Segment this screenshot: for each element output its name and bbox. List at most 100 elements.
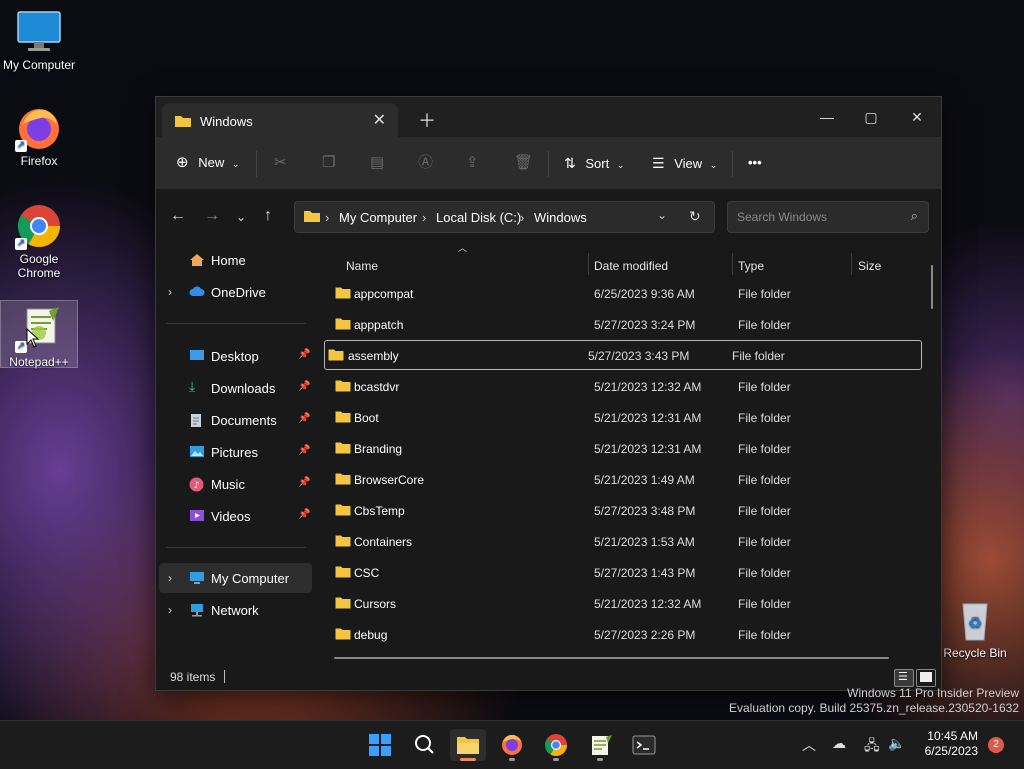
view-button[interactable]: ☰ View ⌄	[652, 151, 717, 175]
table-row[interactable]: Boot 5/21/2023 12:31 AM File folder	[330, 403, 926, 431]
column-header-date-modified[interactable]: Date modified	[594, 259, 668, 273]
breadcrumb-local-disk[interactable]: Local Disk (C:)	[436, 210, 521, 225]
notification-badge[interactable]: 2	[988, 737, 1004, 753]
table-row[interactable]: debug 5/27/2023 2:26 PM File folder	[330, 620, 926, 648]
table-row[interactable]: Containers 5/21/2023 1:53 AM File folder	[330, 527, 926, 555]
file-name: BrowserCore	[354, 473, 425, 487]
chevron-down-icon: ⌄	[709, 160, 718, 170]
nav-item-my-computer[interactable]: › My Computer	[159, 563, 312, 593]
taskbar-notepad-plus-plus[interactable]	[582, 729, 618, 761]
search-box[interactable]: Search Windows ⌕	[727, 201, 929, 233]
taskbar-chrome[interactable]	[538, 729, 574, 761]
show-hidden-icons-button[interactable]: ︿	[802, 735, 816, 755]
nav-item-onedrive[interactable]: › OneDrive	[156, 277, 314, 307]
paste-button[interactable]: ▤	[370, 151, 384, 175]
table-row[interactable]: Cursors 5/21/2023 12:32 AM File folder	[330, 589, 926, 617]
clipboard-icon: ▤	[370, 154, 385, 171]
clock[interactable]: 10:45 AM 6/25/2023	[918, 729, 978, 759]
table-row[interactable]: CbsTemp 5/27/2023 3:48 PM File folder	[330, 496, 926, 524]
nav-item-label: Downloads	[211, 381, 276, 396]
forward-button[interactable]: →	[204, 207, 220, 225]
shortcut-arrow-icon: ↗	[15, 238, 27, 250]
nav-item-desktop[interactable]: Desktop 📌	[156, 341, 314, 371]
nav-item-label: Videos	[211, 509, 251, 524]
rename-button[interactable]: Ⓐ	[418, 151, 433, 175]
chevron-right-icon[interactable]: ›	[168, 603, 172, 617]
tab-close-icon[interactable]: ✕	[373, 110, 386, 130]
nav-item-network[interactable]: › Network	[156, 595, 314, 625]
desktop-icon-google-chrome[interactable]: ↗ Google Chrome	[1, 202, 77, 280]
table-row[interactable]: BrowserCore 5/21/2023 1:49 AM File folde…	[330, 465, 926, 493]
share-icon: ⇪	[466, 154, 479, 171]
chevron-right-icon[interactable]: ›	[168, 571, 172, 585]
table-row[interactable]: appcompat 6/25/2023 9:36 AM File folder	[330, 279, 926, 307]
details-view-button[interactable]: ☰	[894, 669, 914, 687]
folder-icon	[335, 503, 351, 519]
close-window-button[interactable]: ✕	[894, 103, 940, 131]
column-header-size[interactable]: Size	[858, 259, 881, 273]
taskbar-terminal[interactable]	[626, 729, 662, 761]
folder-icon	[328, 348, 344, 364]
tiles-view-button[interactable]	[916, 669, 936, 687]
volume-icon[interactable]: 🔈	[888, 735, 905, 752]
share-button[interactable]: ⇪	[466, 151, 479, 175]
table-row[interactable]: apppatch 5/27/2023 3:24 PM File folder	[330, 310, 926, 338]
up-button[interactable]: ↑	[264, 207, 272, 225]
breadcrumb-my-computer[interactable]: My Computer	[339, 210, 417, 225]
nav-divider	[166, 547, 306, 548]
nav-item-label: Pictures	[211, 445, 258, 460]
address-bar[interactable]: › My Computer › Local Disk (C:) › Window…	[294, 201, 715, 233]
copy-button[interactable]: ❐	[322, 151, 335, 175]
file-type: File folder	[738, 442, 791, 456]
taskbar-firefox[interactable]	[494, 729, 530, 761]
folder-icon	[303, 209, 321, 226]
nav-item-videos[interactable]: Videos 📌	[156, 501, 314, 531]
desktop-icon-recycle-bin[interactable]: ♻ Recycle Bin	[937, 596, 1013, 660]
minimize-button[interactable]: —	[804, 103, 850, 131]
vertical-scrollbar[interactable]	[931, 265, 933, 309]
breadcrumb-windows[interactable]: Windows	[534, 210, 587, 225]
nav-item-label: My Computer	[211, 571, 290, 586]
table-row[interactable]: assembly 5/27/2023 3:43 PM File folder	[324, 340, 922, 370]
back-button[interactable]: ←	[170, 207, 186, 225]
taskbar-file-explorer[interactable]	[450, 729, 486, 761]
desktop-icon-my-computer[interactable]: My Computer	[1, 8, 77, 72]
more-options-button[interactable]: •••	[748, 151, 762, 175]
search-icon: ⌕	[910, 208, 918, 223]
nav-item-documents[interactable]: Documents 📌	[156, 405, 314, 435]
column-header-type[interactable]: Type	[738, 259, 764, 273]
address-dropdown-icon[interactable]: ⌄	[657, 208, 667, 222]
table-row[interactable]: bcastdvr 5/21/2023 12:32 AM File folder	[330, 372, 926, 400]
search-button[interactable]	[406, 729, 442, 761]
horizontal-scrollbar[interactable]	[334, 657, 889, 659]
table-row[interactable]: CSC 5/27/2023 1:43 PM File folder	[330, 558, 926, 586]
nav-item-music[interactable]: ♪ Music 📌	[156, 469, 314, 499]
new-button[interactable]: ⊕ New ⌄	[176, 151, 239, 175]
tab-windows[interactable]: Windows ✕	[162, 103, 398, 137]
delete-button[interactable]: 🗑	[514, 151, 533, 175]
file-name: CSC	[354, 566, 380, 580]
refresh-icon[interactable]: ↻	[689, 208, 701, 225]
nav-item-home[interactable]: Home	[156, 245, 314, 275]
column-divider	[588, 253, 589, 275]
chevron-right-icon[interactable]: ›	[168, 285, 172, 299]
recent-locations-button[interactable]: ⌄	[236, 210, 246, 224]
cut-button[interactable]: ✂	[274, 151, 287, 175]
maximize-button[interactable]: ▢	[848, 103, 894, 131]
command-bar: ⊕ New ⌄ ✂ ❐ ▤ Ⓐ ⇪ 🗑 ⇅ Sort ⌄ ☰ View ⌄ ••…	[156, 137, 941, 190]
network-status-icon[interactable]: 🖧	[864, 735, 880, 759]
nav-item-pictures[interactable]: Pictures 📌	[156, 437, 314, 467]
monitor-icon	[189, 571, 205, 585]
file-name: CbsTemp	[354, 504, 405, 518]
start-button[interactable]	[362, 729, 398, 761]
column-header-name[interactable]: Name	[346, 259, 378, 273]
nav-item-label: Music	[211, 477, 245, 492]
nav-item-downloads[interactable]: ⤓ Downloads 📌	[156, 373, 314, 403]
desktop-icon-firefox[interactable]: ↗ Firefox	[1, 104, 77, 168]
onedrive-offline-icon[interactable]: ☁	[832, 735, 846, 752]
pin-icon: 📌	[298, 413, 311, 424]
file-name: debug	[354, 628, 388, 642]
sort-button[interactable]: ⇅ Sort ⌄	[564, 151, 624, 175]
table-row[interactable]: Branding 5/21/2023 12:31 AM File folder	[330, 434, 926, 462]
new-tab-button[interactable]: ＋	[418, 107, 436, 133]
